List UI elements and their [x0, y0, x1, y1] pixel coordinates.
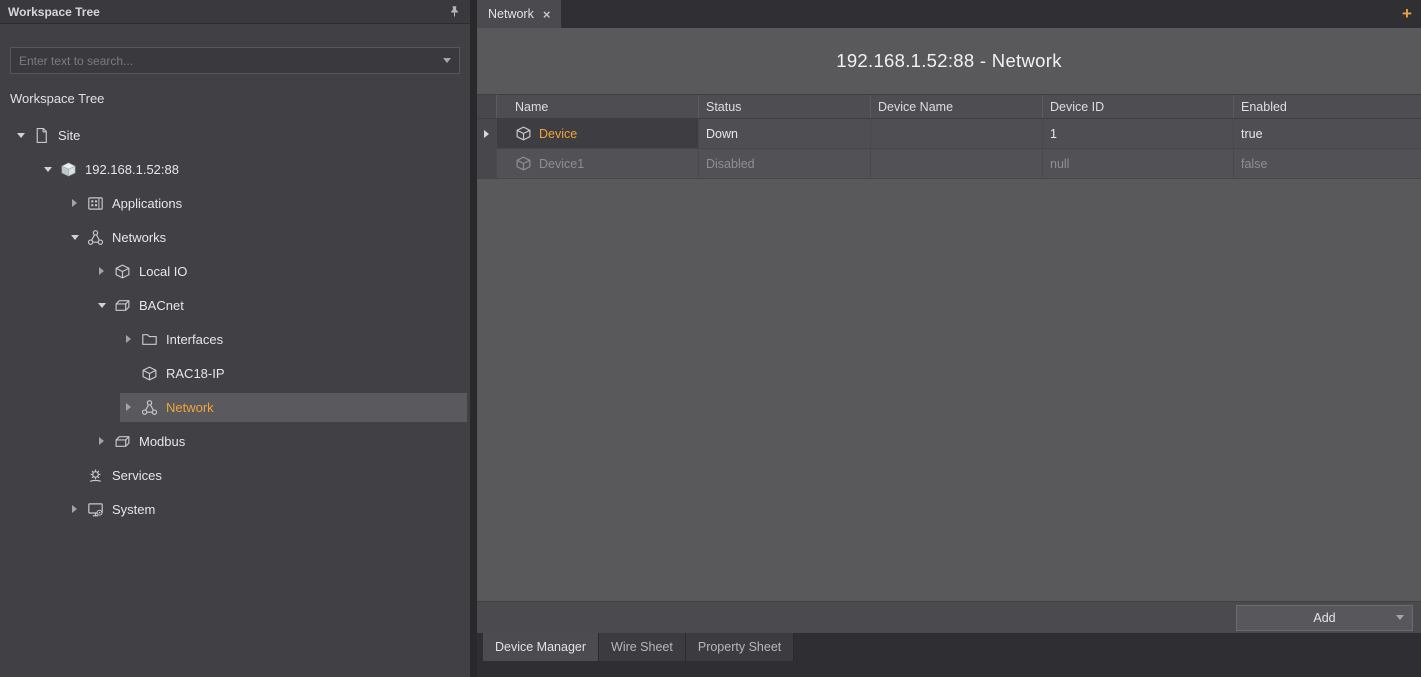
network-nodes-icon	[85, 228, 105, 246]
cell-device-name[interactable]	[871, 149, 1043, 178]
system-monitor-icon	[85, 500, 105, 518]
pin-icon[interactable]	[446, 4, 462, 20]
table-row-device[interactable]: Device Down 1 true	[477, 119, 1421, 149]
cell-name[interactable]: Device1	[497, 149, 699, 178]
network-nodes-icon	[139, 398, 159, 416]
cell-enabled[interactable]: true	[1234, 119, 1421, 148]
expand-arrow-icon[interactable]	[66, 199, 83, 207]
tree-item-local-io[interactable]: Local IO	[0, 254, 470, 288]
tree-item-modbus[interactable]: Modbus	[0, 424, 470, 458]
tab-device-manager[interactable]: Device Manager	[483, 633, 599, 661]
row-indicator-column-header	[477, 95, 497, 118]
expand-arrow-icon[interactable]	[93, 437, 110, 445]
row-indicator-cell	[477, 119, 497, 148]
panel-splitter[interactable]	[470, 0, 477, 677]
column-header-name[interactable]: Name	[497, 95, 699, 118]
column-header-status[interactable]: Status	[699, 95, 871, 118]
search-combobox[interactable]	[10, 47, 460, 74]
workspace-tree-panel: Workspace Tree Workspace Tree Site	[0, 0, 470, 677]
cell-status[interactable]: Disabled	[699, 149, 871, 178]
drive-icon	[112, 296, 132, 314]
tree-item-services[interactable]: Services	[0, 458, 470, 492]
expand-arrow-icon[interactable]	[66, 235, 83, 240]
row-indicator-cell	[477, 149, 497, 178]
document-tab-bar: Network × +	[477, 0, 1421, 28]
tree-item-rac18-ip[interactable]: RAC18-IP	[0, 356, 470, 390]
new-tab-button[interactable]: +	[1393, 0, 1421, 28]
applications-grid-icon	[85, 194, 105, 212]
tree-item-bacnet[interactable]: BACnet	[0, 288, 470, 322]
tree-item-site[interactable]: Site	[0, 118, 470, 152]
device-box-icon	[112, 262, 132, 280]
document-icon	[31, 126, 51, 144]
tab-wire-sheet[interactable]: Wire Sheet	[599, 633, 686, 661]
tree-item-networks[interactable]: Networks	[0, 220, 470, 254]
cell-device-id[interactable]: null	[1043, 149, 1234, 178]
column-header-device-id[interactable]: Device ID	[1043, 95, 1234, 118]
cell-status[interactable]: Down	[699, 119, 871, 148]
view-tab-bar: Device Manager Wire Sheet Property Sheet	[477, 633, 1421, 677]
tree-root-label: Workspace Tree	[0, 86, 470, 112]
tree-item-network[interactable]: Network	[0, 390, 470, 424]
panel-title: Workspace Tree	[8, 5, 100, 19]
add-button-label: Add	[1313, 611, 1335, 625]
action-strip: Add	[477, 601, 1421, 633]
page-title: 192.168.1.52:88 - Network	[477, 28, 1421, 94]
expand-arrow-icon[interactable]	[93, 303, 110, 308]
expand-arrow-icon[interactable]	[66, 505, 83, 513]
main-panel: Network × + 192.168.1.52:88 - Network Na…	[477, 0, 1421, 677]
column-header-device-name[interactable]: Device Name	[871, 95, 1043, 118]
expand-arrow-icon[interactable]	[12, 133, 29, 138]
application-window: Workspace Tree Workspace Tree Site	[0, 0, 1421, 677]
folder-icon	[139, 330, 159, 348]
search-input[interactable]	[11, 54, 435, 68]
cell-enabled[interactable]: false	[1234, 149, 1421, 178]
tab-property-sheet[interactable]: Property Sheet	[686, 633, 794, 661]
device-box-icon	[139, 364, 159, 382]
cell-device-id[interactable]: 1	[1043, 119, 1234, 148]
tree-item-controller[interactable]: 192.168.1.52:88	[0, 152, 470, 186]
close-icon[interactable]: ×	[543, 8, 551, 21]
table-row-device1[interactable]: Device1 Disabled null false	[477, 149, 1421, 179]
expand-arrow-icon[interactable]	[93, 267, 110, 275]
chevron-down-icon[interactable]	[435, 48, 459, 73]
device-box-icon	[513, 155, 533, 173]
expand-arrow-icon[interactable]	[39, 167, 56, 172]
tab-label: Network	[488, 7, 534, 21]
table-header: Name Status Device Name Device ID Enable…	[477, 94, 1421, 119]
cell-device-name[interactable]	[871, 119, 1043, 148]
expand-arrow-icon[interactable]	[120, 335, 137, 343]
tree-item-applications[interactable]: Applications	[0, 186, 470, 220]
services-gear-icon	[85, 466, 105, 484]
column-header-enabled[interactable]: Enabled	[1234, 95, 1421, 118]
tree-item-interfaces[interactable]: Interfaces	[0, 322, 470, 356]
cell-name[interactable]: Device	[497, 119, 699, 148]
add-button[interactable]: Add	[1236, 605, 1413, 631]
workspace-tree: Site 192.168.1.52:88 Applications	[0, 112, 470, 677]
workspace-tree-header: Workspace Tree	[0, 0, 470, 24]
table-empty-area	[477, 179, 1421, 601]
expand-arrow-icon[interactable]	[120, 403, 137, 411]
device-manager-view: 192.168.1.52:88 - Network Name Status De…	[477, 28, 1421, 633]
drive-icon	[112, 432, 132, 450]
tree-item-system[interactable]: System	[0, 492, 470, 526]
tab-network[interactable]: Network ×	[477, 0, 561, 28]
search-area	[0, 24, 470, 86]
row-selector-arrow-icon	[484, 130, 489, 138]
device-box-icon	[513, 125, 533, 143]
controller-box-icon	[58, 160, 78, 178]
chevron-down-icon	[1396, 615, 1404, 620]
